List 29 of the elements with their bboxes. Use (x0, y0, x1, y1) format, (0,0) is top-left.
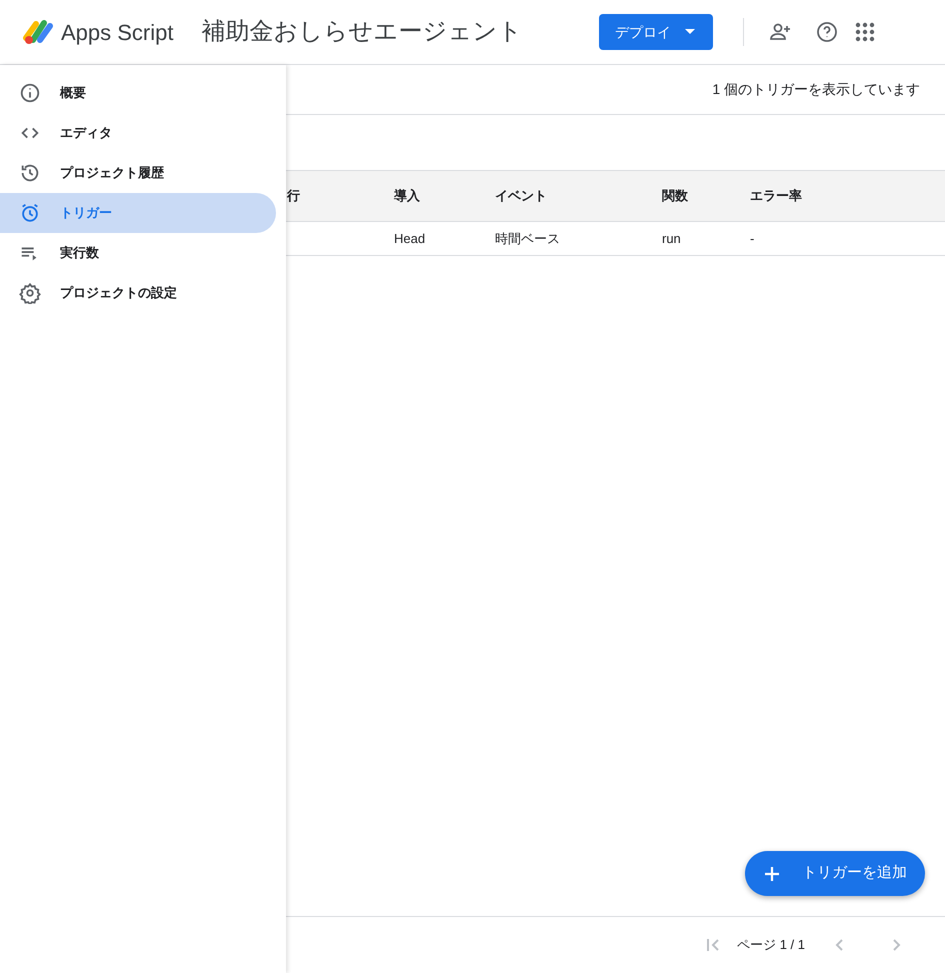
table-cell: 時間ベース (495, 230, 560, 246)
table-cell: - (750, 230, 754, 246)
caret-icon (685, 29, 695, 35)
table-cell: run (662, 230, 681, 246)
column-header: 関数 (662, 187, 689, 206)
help-icon[interactable] (815, 20, 839, 44)
column-header: 導入 (394, 187, 421, 206)
page-indicator: ページ 1 / 1 (737, 936, 805, 954)
settings-icon (19, 282, 41, 304)
apps-script-logo-icon (22, 18, 54, 46)
trigger-count-text: 1 個のトリガーを表示しています (712, 80, 920, 99)
column-header: エラー率 (750, 187, 803, 206)
column-header: イベント (495, 187, 548, 206)
project-title: 補助金おしらせエージェント (202, 17, 522, 47)
sidebar-item[interactable]: プロジェクト履歴 (0, 153, 276, 193)
sidebar-item[interactable]: 概要 (0, 73, 276, 113)
sidebar-item[interactable]: 実行数 (0, 233, 276, 273)
plus-icon (765, 866, 779, 880)
apps-grid-icon[interactable] (855, 22, 875, 42)
alarm-clock-icon (19, 202, 41, 224)
info-icon (19, 82, 41, 104)
product-name: Apps Script (61, 18, 174, 47)
deploy-button[interactable]: デプロイ (599, 14, 713, 50)
column-header: 行 (287, 187, 301, 206)
sidebar-item[interactable]: エディタ (0, 113, 276, 153)
add-trigger-button[interactable]: トリガーを追加 (745, 851, 925, 896)
table-cell: Head (394, 230, 426, 246)
history-icon (19, 162, 41, 184)
sidebar-item[interactable]: プロジェクトの設定 (0, 273, 276, 313)
